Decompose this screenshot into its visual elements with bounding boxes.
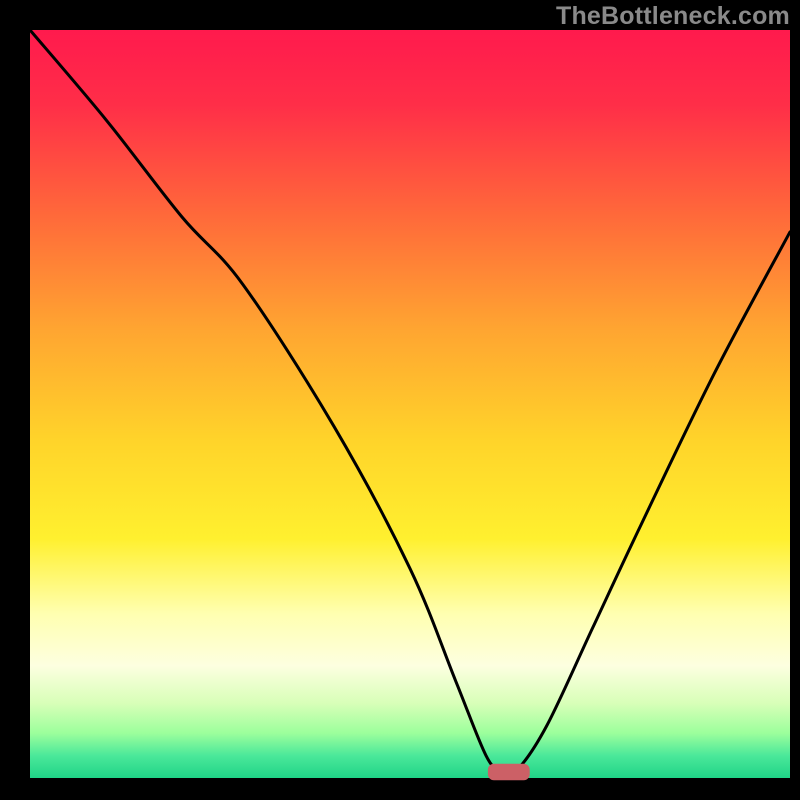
watermark-text: TheBottleneck.com [556, 2, 790, 31]
optimal-marker [488, 764, 530, 780]
bottleneck-chart [0, 0, 800, 800]
chart-root: TheBottleneck.com [0, 0, 800, 800]
plot-background [30, 30, 790, 778]
